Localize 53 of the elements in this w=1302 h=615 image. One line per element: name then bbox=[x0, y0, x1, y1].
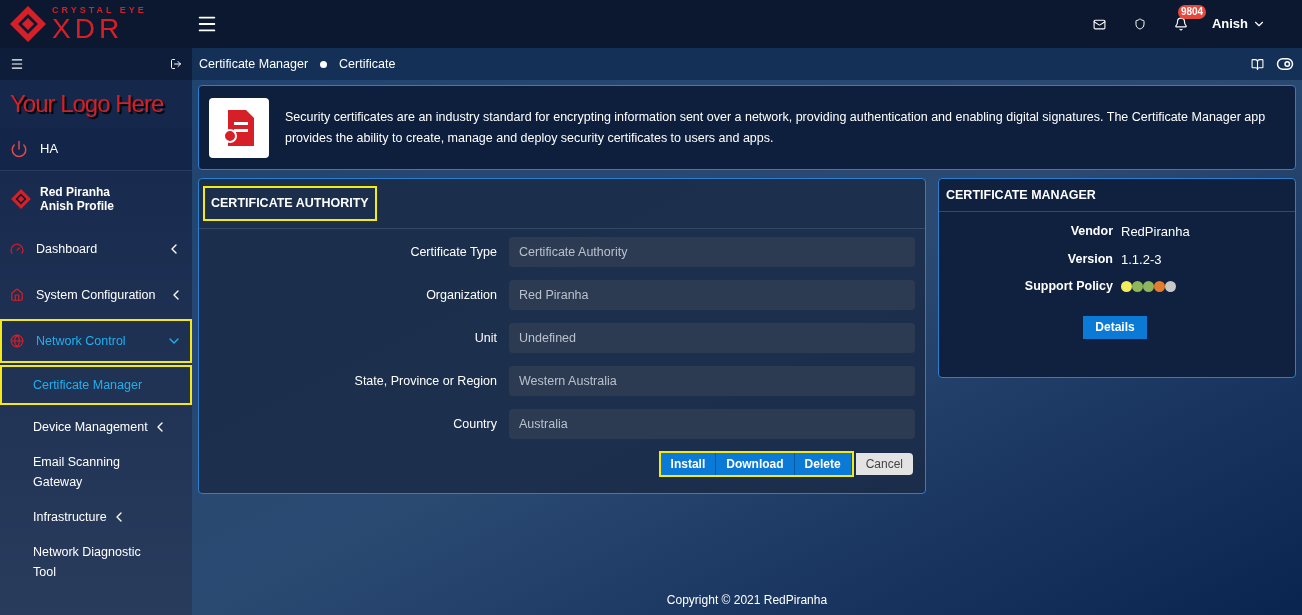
toggle-icon[interactable] bbox=[1276, 55, 1294, 73]
field-label: State, Province or Region bbox=[353, 372, 497, 390]
user-menu[interactable]: Anish bbox=[1211, 14, 1266, 34]
profile-name: Red Piranha bbox=[40, 184, 112, 199]
sidebar-subitem[interactable]: Network Diagnostic Tool bbox=[0, 539, 192, 585]
form-button[interactable]: Delete bbox=[794, 453, 852, 475]
footer-text: Copyright © 2021 RedPiranha bbox=[666, 592, 828, 609]
book-icon[interactable] bbox=[1251, 57, 1264, 71]
breadcrumb-item[interactable]: Certificate Manager bbox=[199, 54, 309, 74]
shield-icon[interactable] bbox=[1133, 18, 1146, 30]
info-label: Support Policy bbox=[1023, 278, 1113, 295]
card-title: CERTIFICATE MANAGER bbox=[946, 186, 1096, 204]
form-button[interactable]: Download bbox=[716, 453, 795, 475]
field-label: Certificate Type bbox=[409, 243, 497, 261]
sidebar-item[interactable]: Dashboard bbox=[0, 227, 192, 271]
info-value: RedPiranha bbox=[1121, 223, 1190, 241]
sidebar-subitem[interactable]: Email Scanning Gateway bbox=[0, 449, 192, 495]
text-field[interactable]: Australia bbox=[509, 409, 915, 439]
details-button[interactable]: Details bbox=[1083, 315, 1147, 339]
notification-icon[interactable] bbox=[1173, 17, 1188, 31]
sidebar-subitem[interactable]: Certificate Manager bbox=[0, 365, 192, 405]
intro-text: Security certificates are an industry standard for encrypting information sent over a network, providing authentication and enabling digital signatures. The Certificate Manager app provides the ability to create, manage and deploy security certificates to users and apps. bbox=[285, 108, 1267, 147]
info-label: Version bbox=[1066, 250, 1113, 268]
form-button[interactable]: Cancel bbox=[855, 453, 913, 475]
field-label: Unit bbox=[473, 329, 497, 347]
breadcrumb-item[interactable]: Certificate bbox=[339, 54, 396, 74]
field-label: Country bbox=[452, 415, 497, 433]
sidebar-item[interactable]: System Configuration bbox=[0, 273, 192, 317]
card-title: CERTIFICATE AUTHORITY bbox=[203, 186, 377, 221]
ha-label[interactable]: HA bbox=[40, 139, 59, 159]
profile-logo-icon bbox=[10, 187, 32, 210]
sidebar-subitem[interactable]: Infrastructure bbox=[0, 497, 192, 537]
info-value: 1.1.2-3 bbox=[1121, 250, 1162, 269]
field-label: Organization bbox=[425, 286, 497, 304]
sidebar-subitem[interactable]: Device Management bbox=[0, 407, 192, 447]
logo-placeholder-text: Your Logo Here bbox=[10, 89, 164, 119]
breadcrumb-separator-icon bbox=[320, 60, 328, 68]
form-button[interactable]: Install bbox=[660, 453, 717, 475]
text-field[interactable]: Certificate Authority bbox=[509, 237, 915, 267]
certificate-icon bbox=[209, 97, 269, 158]
text-field[interactable]: Western Australia bbox=[509, 366, 915, 396]
brand-title: XDR bbox=[52, 14, 124, 43]
mail-icon[interactable] bbox=[1092, 17, 1106, 31]
sidebar-item[interactable]: Network Control bbox=[0, 319, 192, 363]
brand-logo-icon bbox=[8, 4, 48, 44]
info-label: Vendor bbox=[1069, 223, 1113, 241]
text-field[interactable]: Undefined bbox=[509, 323, 915, 353]
power-icon bbox=[10, 140, 28, 158]
profile-subtitle: Anish Profile bbox=[40, 198, 114, 213]
notification-badge: 9804 bbox=[1177, 5, 1207, 19]
text-field[interactable]: Red Piranha bbox=[509, 280, 915, 310]
brand-subtitle: CRYSTAL EYE bbox=[52, 5, 147, 15]
logout-icon[interactable] bbox=[170, 58, 182, 70]
